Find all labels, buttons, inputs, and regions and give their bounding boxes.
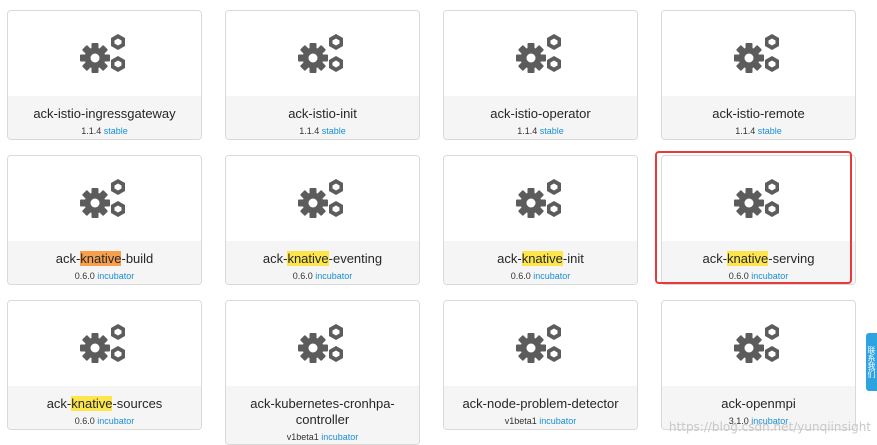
chart-card[interactable]: ack-node-problem-detector v1beta1 incuba…: [443, 300, 638, 430]
chart-version: 0.6.0: [292, 271, 313, 281]
chart-label[interactable]: stable: [104, 126, 128, 136]
chart-label[interactable]: stable: [540, 126, 564, 136]
chart-name: ack-istio-init: [288, 106, 357, 121]
chart-version: 0.6.0: [74, 416, 95, 426]
chart-name: ack-knative-eventing: [262, 251, 383, 266]
gears-icon: [8, 156, 201, 241]
chart-version: 0.6.0: [74, 271, 95, 281]
chart-card[interactable]: ack-knative-build 0.6.0 incubator: [7, 155, 202, 285]
gears-icon: [226, 301, 419, 386]
chart-label[interactable]: stable: [322, 126, 346, 136]
chart-name: ack-openmpi: [721, 396, 796, 411]
chart-version: 1.1.4: [735, 126, 756, 136]
chart-version: 1.1.4: [81, 126, 102, 136]
chart-label[interactable]: stable: [758, 126, 782, 136]
chart-name: ack-istio-remote: [712, 106, 805, 121]
chart-name: ack-knative-sources: [46, 396, 163, 411]
chart-label[interactable]: incubator: [97, 416, 134, 426]
search-highlight: knative: [287, 251, 329, 266]
chart-card[interactable]: ack-istio-init 1.1.4 stable: [225, 10, 420, 140]
selection-outline: [655, 151, 852, 284]
gears-icon: [444, 156, 637, 241]
chart-label[interactable]: incubator: [315, 271, 352, 281]
chart-card[interactable]: ack-istio-operator 1.1.4 stable: [443, 10, 638, 140]
gears-icon: [8, 11, 201, 96]
chart-version: v1beta1: [504, 416, 537, 426]
contact-us-tab[interactable]: 联系我们: [866, 333, 877, 391]
gears-icon: [444, 301, 637, 386]
chart-card[interactable]: ack-knative-init 0.6.0 incubator: [443, 155, 638, 285]
chart-name: ack-kubernetes-cronhpa-controller: [250, 396, 395, 427]
search-highlight: knative: [71, 396, 113, 411]
chart-version: 1.1.4: [517, 126, 538, 136]
gears-icon: [8, 301, 201, 386]
chart-name: ack-knative-init: [497, 251, 584, 266]
search-highlight: knative: [521, 251, 563, 266]
gears-icon: [662, 301, 855, 386]
gears-icon: [662, 11, 855, 96]
chart-label[interactable]: incubator: [97, 271, 134, 281]
chart-card[interactable]: ack-istio-ingressgateway 1.1.4 stable: [7, 10, 202, 140]
gears-icon: [226, 11, 419, 96]
chart-card[interactable]: ack-kubernetes-cronhpa-controller v1beta…: [225, 300, 420, 445]
chart-card[interactable]: ack-istio-remote 1.1.4 stable: [661, 10, 856, 140]
chart-name: ack-knative-build: [55, 251, 154, 266]
chart-label[interactable]: incubator: [539, 416, 576, 426]
gears-icon: [226, 156, 419, 241]
chart-name: ack-node-problem-detector: [462, 396, 619, 411]
chart-label[interactable]: incubator: [533, 271, 570, 281]
chart-version: 0.6.0: [510, 271, 531, 281]
chart-label[interactable]: incubator: [321, 432, 358, 442]
chart-version: 1.1.4: [299, 126, 320, 136]
chart-name: ack-istio-ingressgateway: [33, 106, 176, 121]
chart-card[interactable]: ack-knative-eventing 0.6.0 incubator: [225, 155, 420, 285]
chart-card[interactable]: ack-openmpi 3.1.0 incubator: [661, 300, 856, 430]
search-highlight: knative: [80, 251, 122, 266]
chart-name: ack-istio-operator: [490, 106, 591, 121]
chart-version: v1beta1: [286, 432, 319, 442]
chart-card[interactable]: ack-knative-sources 0.6.0 incubator: [7, 300, 202, 430]
watermark: https://blog.csdn.net/yunqiinsight: [668, 420, 871, 434]
gears-icon: [444, 11, 637, 96]
